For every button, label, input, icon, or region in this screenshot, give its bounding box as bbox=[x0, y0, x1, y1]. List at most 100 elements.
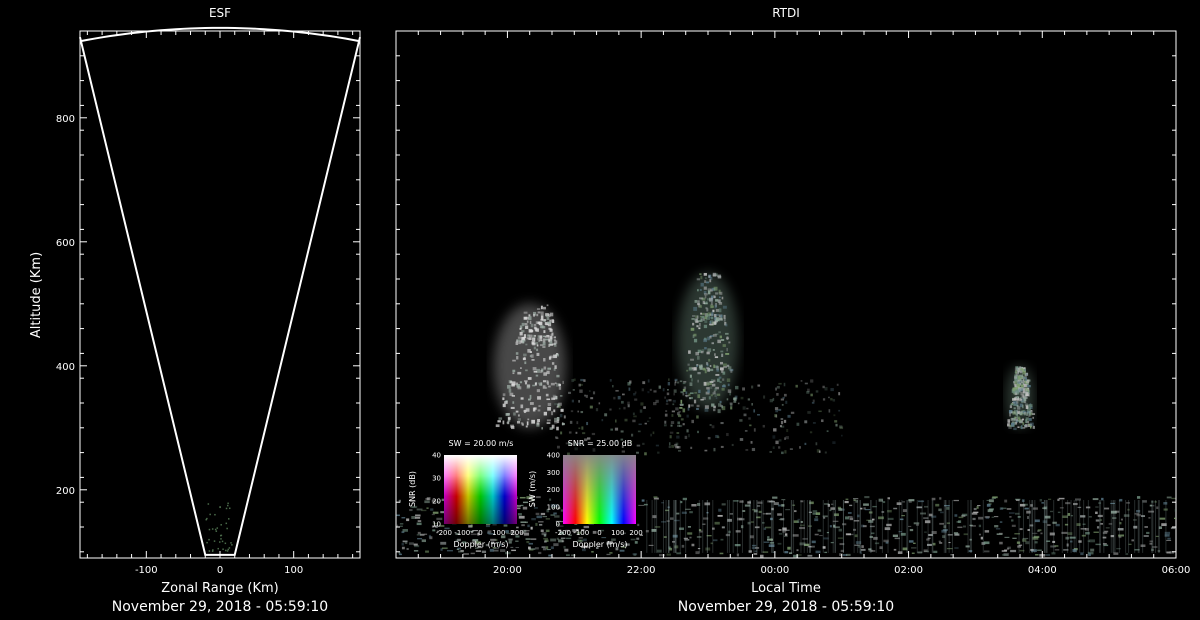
plume-echo bbox=[707, 348, 711, 352]
bottom-layer-echo bbox=[785, 533, 787, 535]
bottom-layer-echo bbox=[846, 499, 849, 500]
scatter-echo bbox=[674, 389, 677, 392]
esf-echo-dot bbox=[206, 542, 208, 544]
bottom-layer-streak bbox=[669, 500, 670, 553]
bottom-layer-echo bbox=[1002, 554, 1008, 556]
bottom-layer-echo bbox=[957, 521, 961, 522]
bottom-layer-echo bbox=[1156, 506, 1158, 509]
esf-echo-dot bbox=[209, 529, 211, 531]
bottom-layer-echo bbox=[909, 540, 914, 542]
scatter-echo bbox=[669, 446, 671, 448]
legend-x-tick-label: 0 bbox=[478, 529, 482, 537]
plume-echo bbox=[697, 405, 700, 407]
plume-echo bbox=[688, 407, 690, 410]
plume-echo bbox=[701, 316, 704, 318]
legend-title: SNR = 25.00 dB bbox=[568, 439, 632, 448]
bottom-layer-echo bbox=[424, 534, 427, 535]
bottom-layer-echo bbox=[1004, 537, 1009, 538]
plume-echo bbox=[518, 414, 520, 416]
scatter-echo bbox=[669, 442, 671, 445]
plume-echo bbox=[1011, 423, 1014, 427]
scatter-echo bbox=[664, 421, 666, 424]
esf-echo-dot bbox=[216, 530, 218, 532]
scatter-echo bbox=[687, 415, 689, 418]
scatter-echo bbox=[599, 402, 601, 404]
bottom-layer-streak bbox=[1053, 500, 1054, 553]
bottom-layer-streak bbox=[702, 500, 703, 553]
plume-echo bbox=[1017, 406, 1020, 410]
bottom-layer-streak bbox=[654, 500, 655, 553]
scatter-echo bbox=[827, 430, 829, 432]
bottom-layer-echo bbox=[414, 550, 418, 552]
bottom-layer-echo bbox=[399, 554, 402, 555]
bottom-layer-echo bbox=[812, 541, 816, 544]
plume-echo bbox=[547, 317, 550, 320]
scatter-echo bbox=[797, 423, 800, 426]
bottom-layer-streak bbox=[854, 500, 855, 553]
bottom-layer-echo bbox=[807, 555, 812, 557]
bottom-layer-echo bbox=[518, 513, 522, 515]
bottom-layer-streak bbox=[666, 500, 667, 553]
scatter-echo bbox=[754, 428, 756, 431]
bottom-layer-echo bbox=[531, 518, 536, 520]
plume-echo bbox=[545, 339, 549, 341]
bottom-layer-echo bbox=[433, 512, 439, 514]
bottom-layer-echo bbox=[1012, 525, 1016, 527]
bottom-layer-echo bbox=[932, 498, 936, 500]
plume-echo bbox=[1026, 373, 1028, 375]
scatter-echo bbox=[678, 411, 680, 413]
bottom-layer-echo bbox=[520, 521, 526, 523]
plume-echo bbox=[1013, 391, 1015, 394]
scatter-echo bbox=[748, 398, 750, 400]
plume-echo bbox=[716, 314, 720, 316]
plume-echo bbox=[553, 355, 557, 358]
bottom-layer-streak bbox=[793, 500, 794, 553]
bottom-layer-echo bbox=[910, 529, 913, 531]
bottom-layer-streak bbox=[823, 500, 824, 553]
scatter-echo bbox=[675, 446, 678, 448]
plume-echo bbox=[704, 320, 707, 323]
scatter-echo bbox=[834, 420, 837, 422]
scatter-echo bbox=[677, 382, 679, 384]
bottom-layer-echo bbox=[689, 537, 691, 539]
bottom-layer-echo bbox=[457, 549, 459, 550]
scatter-echo bbox=[807, 411, 810, 414]
scatter-echo bbox=[553, 395, 556, 398]
plume-echo bbox=[550, 334, 552, 336]
bottom-layer-echo bbox=[779, 533, 783, 535]
scatter-echo bbox=[677, 425, 680, 427]
plume-echo bbox=[711, 317, 713, 319]
bottom-layer-echo bbox=[1024, 508, 1028, 510]
esf-echo-dot bbox=[228, 518, 230, 520]
scatter-echo bbox=[835, 424, 837, 427]
scatter-echo bbox=[816, 390, 819, 392]
scatter-echo bbox=[655, 400, 658, 403]
plume-echo bbox=[710, 289, 713, 291]
scatter-echo bbox=[738, 403, 740, 405]
scatter-echo bbox=[671, 414, 673, 417]
plume-echo bbox=[703, 339, 707, 342]
bottom-layer-echo bbox=[767, 536, 769, 538]
plume-echo bbox=[523, 358, 526, 360]
scatter-echo bbox=[676, 443, 679, 446]
plume-echo bbox=[543, 385, 546, 388]
bottom-layer-echo bbox=[1080, 515, 1085, 517]
bottom-layer-streak bbox=[888, 500, 889, 553]
scatter-echo bbox=[668, 378, 670, 380]
scatter-echo bbox=[673, 393, 675, 396]
plume-echo bbox=[694, 392, 697, 394]
plume-echo bbox=[537, 353, 540, 356]
esf-echo-dot bbox=[212, 528, 214, 530]
plume-echo bbox=[1030, 423, 1034, 426]
bottom-layer-echo bbox=[566, 554, 570, 556]
bottom-layer-streak bbox=[1103, 500, 1104, 553]
plume-echo bbox=[558, 384, 561, 386]
plume-echo bbox=[537, 338, 539, 340]
scatter-echo bbox=[757, 385, 760, 387]
scatter-echo bbox=[629, 388, 631, 391]
plume-echo bbox=[1023, 377, 1026, 379]
bottom-layer-echo bbox=[787, 547, 790, 550]
bottom-layer-echo bbox=[984, 550, 989, 552]
legend-y-tick-label: 40 bbox=[432, 452, 441, 460]
plume-echo bbox=[1021, 382, 1023, 385]
